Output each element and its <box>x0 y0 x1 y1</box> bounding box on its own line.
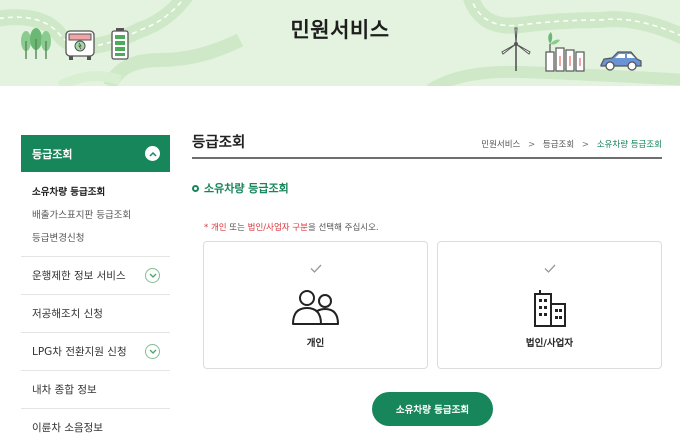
bus-icon <box>65 30 95 60</box>
sidebar-item-low-emission[interactable]: 저공해조치 신청 <box>21 295 170 333</box>
factory-icon <box>545 32 585 72</box>
sidebar-item-restriction-info[interactable]: 운행제한 정보 서비스 <box>21 257 170 295</box>
breadcrumb-item[interactable]: 민원서비스 <box>481 140 520 150</box>
breadcrumb: 민원서비스 > 등급조회 > 소유차량 등급조회 <box>481 138 662 150</box>
sidebar-item-lpg-conversion[interactable]: LPG차 전환지원 신청 <box>21 333 170 371</box>
people-icon <box>291 290 339 325</box>
sidebar-sub-item-plate-grade[interactable]: 배출가스표지판 등급조회 <box>32 204 170 227</box>
tree-icon <box>21 28 51 59</box>
check-icon <box>544 264 555 273</box>
breadcrumb-current: 소유차량 등급조회 <box>596 140 662 150</box>
main-content: 등급조회 민원서비스 > 등급조회 > 소유차량 등급조회 소유차량 등급조회 … <box>192 134 662 426</box>
wind-turbine-icon <box>501 27 531 71</box>
sidebar-item-my-car-info[interactable]: 내차 종합 정보 <box>21 371 170 409</box>
option-label: 법인/사업자 <box>525 338 574 349</box>
section-title-text: 소유차량 등급조회 <box>204 182 289 195</box>
notice-text: 또는 <box>226 223 248 233</box>
sidebar-submenu: 소유차량 등급조회 배출가스표지판 등급조회 등급변경신청 <box>21 172 170 257</box>
notice-text: 을 선택해 주십시오. <box>307 223 379 233</box>
sidebar-item-label: 저공해조치 신청 <box>32 308 103 320</box>
page-header: 등급조회 민원서비스 > 등급조회 > 소유차량 등급조회 <box>192 134 662 159</box>
sidebar-item-label: 내차 종합 정보 <box>32 384 97 396</box>
sidebar-item-motorcycle-noise[interactable]: 이륜차 소음정보 <box>21 409 170 440</box>
grade-lookup-button[interactable]: 소유차량 등급조회 <box>372 392 493 426</box>
sidebar-header-grade-lookup[interactable]: 등급조회 <box>21 135 170 172</box>
banner: 민원서비스 <box>0 0 680 86</box>
sidebar-header-label: 등급조회 <box>32 147 73 161</box>
sidebar-sub-item-grade-change[interactable]: 등급변경신청 <box>32 227 170 250</box>
sidebar-item-label: LPG차 전환지원 신청 <box>32 346 127 358</box>
car-icon <box>600 51 642 71</box>
building-icon <box>533 290 566 327</box>
chevron-down-icon[interactable] <box>145 344 160 359</box>
check-icon <box>310 264 321 273</box>
chevron-down-icon[interactable] <box>145 268 160 283</box>
breadcrumb-separator: > <box>581 140 590 150</box>
notice-option-individual: 개인 <box>210 223 227 233</box>
section-title: 소유차량 등급조회 <box>192 180 662 196</box>
circle-bullet-icon <box>192 184 199 192</box>
breadcrumb-separator: > <box>528 140 536 150</box>
owner-type-options: 개인 법인/사업자 <box>203 241 662 369</box>
sidebar-sub-item-vehicle-grade[interactable]: 소유차량 등급조회 <box>32 181 170 204</box>
sidebar-item-label: 이륜차 소음정보 <box>32 422 103 434</box>
page-title: 등급조회 <box>192 135 246 151</box>
option-card-corporate[interactable]: 법인/사업자 <box>437 241 662 369</box>
breadcrumb-item[interactable]: 등급조회 <box>543 140 574 150</box>
notice-option-corporate: 법인/사업자 구분 <box>247 223 308 233</box>
required-star: * <box>204 223 209 233</box>
selection-notice: * 개인 또는 법인/사업자 구분을 선택해 주십시오. <box>204 221 662 233</box>
sidebar: 등급조회 소유차량 등급조회 배출가스표지판 등급조회 등급변경신청 운행제한 … <box>21 135 170 440</box>
chevron-up-icon[interactable] <box>145 146 160 161</box>
sidebar-item-label: 운행제한 정보 서비스 <box>32 270 126 282</box>
battery-icon <box>111 28 129 60</box>
option-label: 개인 <box>306 338 325 349</box>
option-card-individual[interactable]: 개인 <box>203 241 428 369</box>
